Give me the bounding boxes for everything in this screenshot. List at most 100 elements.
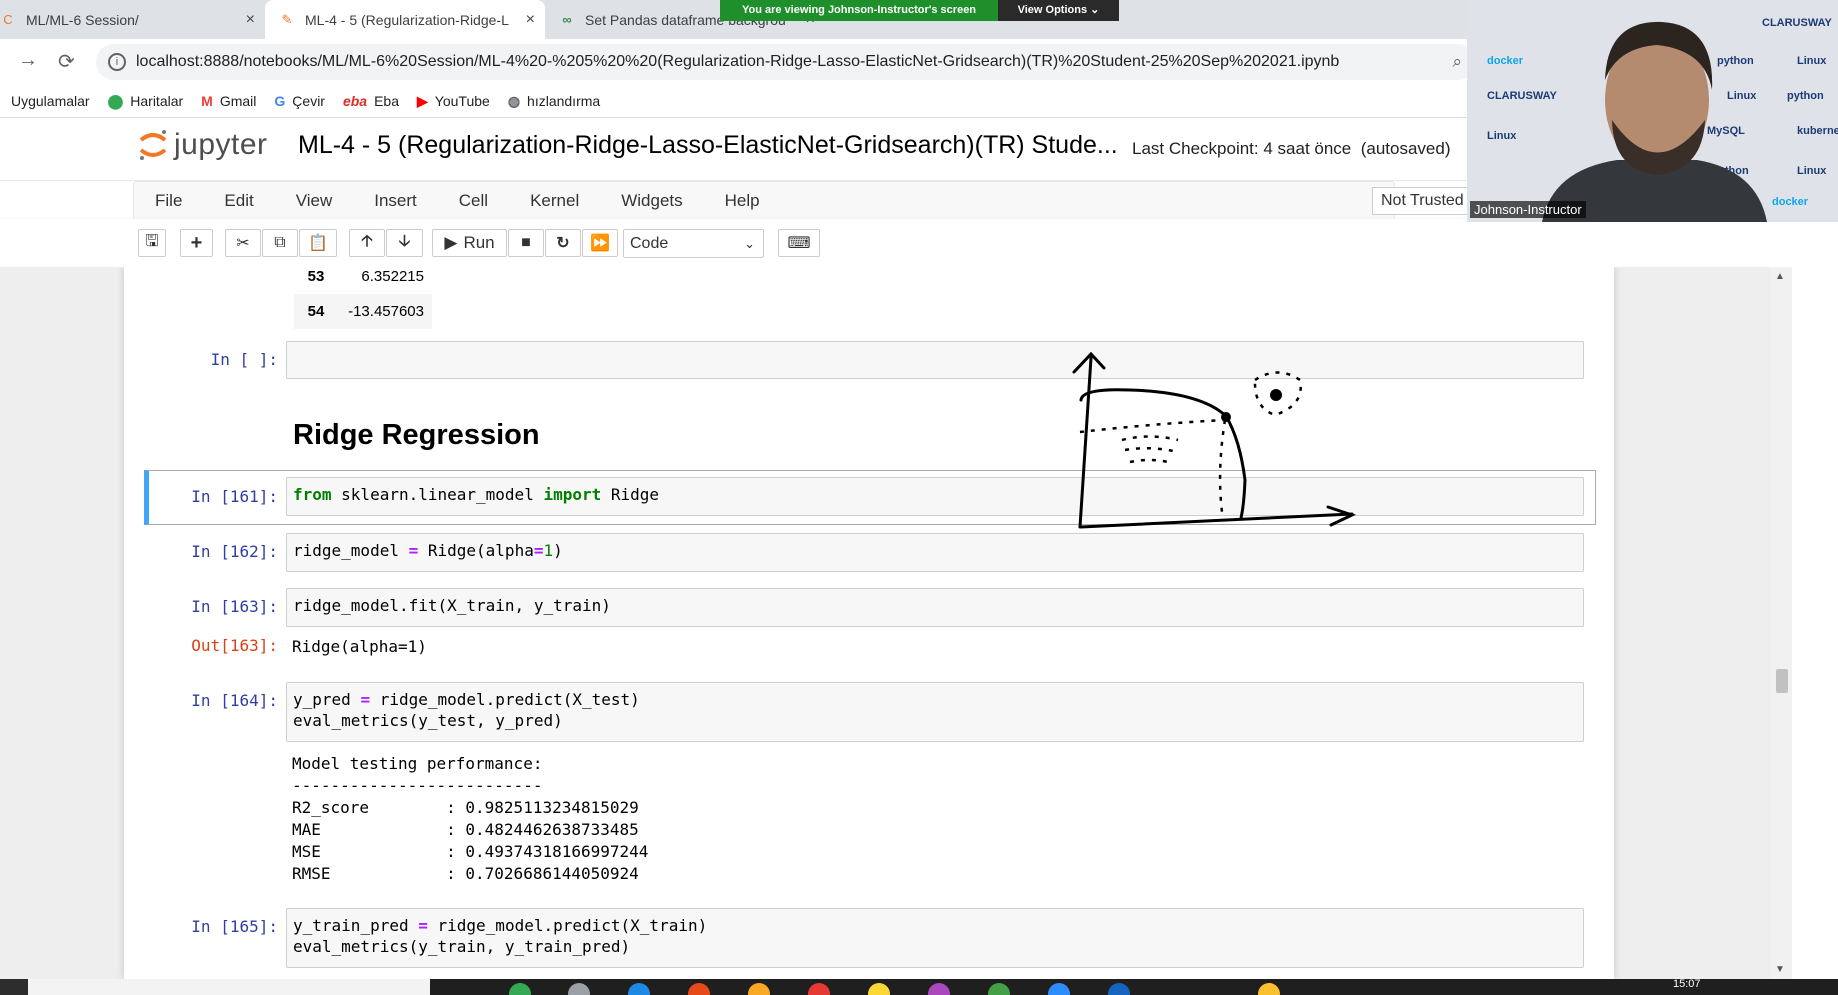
keyboard-icon: ⌨ [787,235,811,252]
scroll-down-icon[interactable]: ▼ [1775,964,1785,975]
menu-view[interactable]: View [275,191,354,211]
command-palette-button[interactable]: ⌨ [778,229,820,257]
page-margin [1792,219,1838,979]
menu-help[interactable]: Help [704,191,781,211]
jupyter-logo[interactable]: jupyter [138,128,268,162]
edge-taskbar-icon[interactable] [628,983,650,995]
row-index: 54 [307,303,325,320]
notebook-title[interactable]: ML-4 - 5 (Regularization-Ridge-Lasso-Ela… [298,131,1118,160]
input-prompt: In [164]: [191,691,278,710]
code-cell-161[interactable]: from sklearn.linear_model import Ridge [286,477,1584,516]
forward-icon[interactable]: → [18,49,38,72]
reload-icon[interactable]: ⟳ [58,49,75,74]
menu-container: File Edit View Insert Cell Kernel Widget… [133,181,1395,221]
tab-ml-4-notebook[interactable]: ✎ ML-4 - 5 (Regularization-Ridge-L × [265,0,545,39]
menu-widgets[interactable]: Widgets [600,191,703,211]
code-cell-163[interactable]: ridge_model.fit(X_train, y_train) [286,588,1584,627]
checkpoint-text: Last Checkpoint: 4 saat önce [1132,139,1352,158]
screen-share-banner: You are viewing Johnson-Instructor's scr… [720,0,1119,21]
input-prompt: In [ ]: [210,350,278,369]
bookmark-apps[interactable]: Uygulamalar [11,93,90,109]
app-taskbar-icon[interactable] [1108,983,1130,995]
notebook-container: 53 6.352215 54 -13.457603 In [ ]: Ridge Re… [124,267,1614,979]
scissors-icon: ✂ [236,235,250,252]
plus-icon: + [190,231,203,254]
app-taskbar-icon[interactable] [808,983,830,995]
app-taskbar-icon[interactable] [868,983,890,995]
interrupt-button[interactable]: ■ [508,229,544,257]
number: 1 [543,541,554,560]
row-index: 53 [307,268,325,285]
move-down-button[interactable]: 🡣 [386,229,423,257]
restart-button[interactable]: ↻ [545,229,581,257]
save-button[interactable]: 🖫 [138,229,166,257]
bookmark-label: Uygulamalar [11,93,90,109]
chrome-taskbar-icon[interactable] [509,983,531,995]
run-button[interactable]: ▶ Run [432,229,507,257]
close-tab-icon[interactable]: × [246,11,255,29]
app-taskbar-icon[interactable] [928,983,950,995]
menu-cell[interactable]: Cell [438,191,509,211]
menu-kernel[interactable]: Kernel [509,191,600,211]
code-token: y_train_pred [293,916,419,935]
code-token: ridge_model.predict(X_test) [370,690,640,709]
view-options-button[interactable]: View Options ⌄ [998,0,1119,21]
task-view-icon[interactable] [568,983,590,995]
tab-ml-session[interactable]: C ML/ML-6 Session/ × [0,0,265,39]
code-token: eval_metrics(y_train, y_train_pred) [293,937,631,956]
cut-button[interactable]: ✂ [225,229,261,257]
copy-icon: ⧉ [274,234,286,251]
bookmark-label: Haritalar [130,93,184,109]
move-up-button[interactable]: 🡡 [349,229,385,257]
jupyter-tab-icon: ✎ [281,11,293,27]
site-info-icon[interactable]: i [108,53,126,71]
close-tab-icon[interactable]: × [526,11,535,29]
presenter-silhouette [1542,21,1767,222]
code-cell-162[interactable]: ridge_model = Ridge(alpha=1) [286,533,1584,572]
menu-insert[interactable]: Insert [353,191,438,211]
globe-icon: ◍ [507,92,521,109]
tab-title: ML/ML-6 Session/ [26,11,139,28]
restart-run-all-button[interactable]: ⏩ [582,229,618,257]
taskbar-search-input[interactable] [28,979,430,995]
translate-icon: G [274,93,286,109]
keyword: import [543,485,602,504]
insert-cell-button[interactable]: + [180,229,213,257]
bookmark-translate[interactable]: G Çevir [274,93,325,109]
operator: = [360,690,371,709]
bookmark-youtube[interactable]: ▶ YouTube [417,93,490,110]
app-taskbar-icon[interactable] [988,983,1010,995]
code-cell-164[interactable]: y_pred = ridge_model.predict(X_test) eva… [286,682,1584,742]
office-taskbar-icon[interactable] [688,983,710,995]
scroll-up-icon[interactable]: ▲ [1775,271,1785,282]
paste-button[interactable]: 📋 [299,229,337,257]
menu-file[interactable]: File [134,191,203,211]
empty-code-cell[interactable] [286,341,1584,379]
taskbar-clock[interactable]: 15:07 [1673,978,1701,990]
folder-taskbar-icon[interactable] [748,983,770,995]
arrow-down-icon: 🡣 [398,232,411,250]
scrollbar-thumb[interactable] [1776,669,1788,693]
weather-taskbar-icon[interactable] [1258,983,1280,995]
vertical-scrollbar[interactable]: ▲ ▼ [1770,267,1792,979]
not-trusted-button[interactable]: Not Trusted [1372,187,1473,215]
bookmark-eba[interactable]: eba Eba [343,93,399,109]
presenter-video[interactable]: CLARUSWAY docker python Linux CLARUSWAY … [1467,0,1838,222]
notebook-toolbar: 🖫 + ✂ ⧉ 📋 🡡 🡣 ▶ Run ■ ↻ ⏩ Code ⌄ ⌨ [0,219,1838,268]
bookmark-speed[interactable]: ◍ hızlandırma [508,93,600,110]
cell-type-select[interactable]: Code ⌄ [623,229,764,258]
save-icon: 🖫 [145,232,159,250]
zoom-taskbar-icon[interactable] [1048,983,1070,995]
bookmark-gmail[interactable]: M Gmail [201,93,256,109]
bookmark-maps[interactable]: ⬤ Haritalar [108,93,184,110]
zoom-icon[interactable]: ⌕ [1452,52,1462,72]
code-token: Ridge [601,485,660,504]
copy-button[interactable]: ⧉ [262,229,298,257]
menu-edit[interactable]: Edit [203,191,274,211]
output-prompt: Out[163]: [191,636,278,655]
start-button[interactable] [0,979,28,995]
autosaved-text: (autosaved) [1360,139,1451,158]
row-value: -13.457603 [348,303,424,320]
url-input[interactable]: i localhost:8888/notebooks/ML/ML-6%20Ses… [96,44,1476,80]
code-cell-165[interactable]: y_train_pred = ridge_model.predict(X_tra… [286,908,1584,968]
